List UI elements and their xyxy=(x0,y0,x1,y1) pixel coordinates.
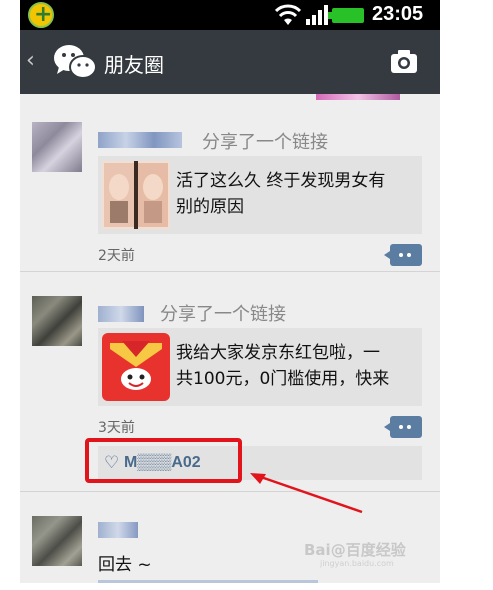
link-card[interactable]: 活了这么久 终于发现男女有 别的原因 xyxy=(98,156,422,234)
author-name-blurred[interactable] xyxy=(98,306,144,322)
share-action-text: 分享了一个链接 xyxy=(160,304,286,325)
link-card[interactable]: 我给大家发京东红包啦，一 共100元，0门槛使用，快来 xyxy=(98,328,422,406)
red-arrow-annotation xyxy=(250,473,363,514)
baidu-jingyan-watermark: Bai@百度经验 jingyan.baidu.com xyxy=(304,541,407,568)
action-bar: ‹ 朋友圈 xyxy=(20,30,440,94)
link-title-line2: 别的原因 xyxy=(176,197,244,217)
author-name-blurred[interactable] xyxy=(98,132,182,148)
avatar[interactable] xyxy=(32,122,82,172)
battery-icon xyxy=(328,8,364,23)
camera-icon[interactable] xyxy=(388,45,420,77)
page-title: 朋友圈 xyxy=(104,53,164,77)
post-time: 3天前 xyxy=(98,420,135,436)
comment-button[interactable] xyxy=(384,244,422,266)
author-name-blurred[interactable] xyxy=(98,522,138,538)
watermark-url: jingyan.baidu.com xyxy=(319,559,394,568)
post-time: 2天前 xyxy=(98,248,135,264)
wechat-moments-screen: 23:05 ‹ 朋友圈 分享了一个链接 xyxy=(20,0,440,583)
link-title-line2: 共100元，0门槛使用，快来 xyxy=(176,369,390,389)
signal-icon xyxy=(306,5,328,25)
moment-post: 分享了一个链接 活了这么久 终于发现男女有 别的原因 2天前 xyxy=(20,100,440,272)
avatar[interactable] xyxy=(32,516,82,566)
security-app-icon xyxy=(28,2,54,28)
post-text: 回去 ~ xyxy=(98,555,152,575)
chevron-left-icon[interactable]: ‹ xyxy=(26,48,35,73)
link-title-line1: 活了这么久 终于发现男女有 xyxy=(176,171,386,191)
wifi-icon xyxy=(275,4,301,25)
next-content-fragment xyxy=(98,580,318,583)
link-thumbnail xyxy=(102,161,170,229)
status-bar: 23:05 xyxy=(20,0,440,30)
highlight-box xyxy=(85,438,242,483)
watermark-text: Bai@百度经验 xyxy=(304,541,407,559)
jd-red-packet-thumbnail xyxy=(102,333,170,401)
avatar[interactable] xyxy=(32,296,82,346)
link-title-line1: 我给大家发京东红包啦，一 xyxy=(176,343,380,363)
status-time: 23:05 xyxy=(372,3,424,25)
comment-button[interactable] xyxy=(384,416,422,438)
wechat-icon[interactable] xyxy=(52,42,98,82)
share-action-text: 分享了一个链接 xyxy=(202,132,328,153)
